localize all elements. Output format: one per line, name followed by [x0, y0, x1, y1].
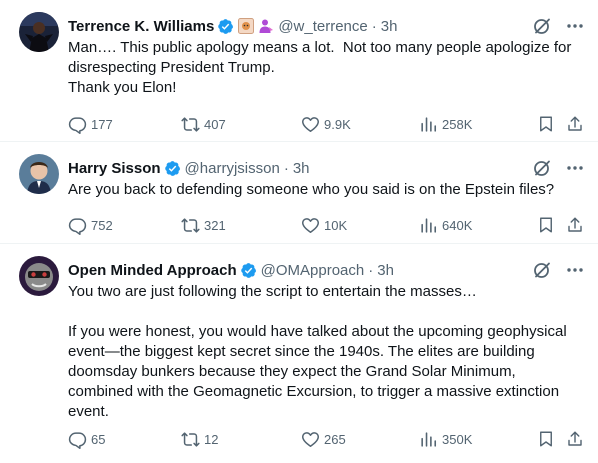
verified-badge-icon [240, 262, 256, 278]
verified-badge-icon [164, 160, 180, 176]
like-button[interactable]: 265 [301, 429, 346, 449]
reply-icon [68, 116, 87, 134]
display-name[interactable]: Open Minded Approach [68, 262, 237, 279]
like-button[interactable]: 10K [301, 215, 347, 235]
tweet-header: Harry Sisson @harryjsisson · 3h [68, 158, 584, 178]
handle[interactable]: @w_terrence [278, 18, 367, 35]
repost-icon [181, 431, 200, 447]
verified-badge-icon [218, 18, 234, 34]
repost-count: 407 [204, 116, 226, 132]
repost-button[interactable]: 321 [181, 215, 226, 235]
avatar[interactable] [19, 154, 59, 194]
tweet[interactable]: Open Minded Approach @OMApproach · 3h Yo… [0, 244, 598, 463]
reply-count: 177 [91, 116, 113, 132]
views-icon [421, 116, 437, 132]
views-count: 350K [442, 431, 473, 447]
views-count: 258K [442, 116, 473, 132]
tweet-text: Man…. This public apology means a lot. N… [68, 39, 572, 96]
person-emoji-icon [258, 18, 274, 34]
separator: · [368, 261, 374, 279]
bookmark-button[interactable] [537, 215, 555, 235]
views-button[interactable]: 258K [419, 114, 472, 134]
like-icon [301, 217, 320, 233]
like-icon [301, 431, 320, 447]
repost-button[interactable]: 407 [181, 114, 226, 134]
reply-icon [68, 217, 87, 235]
reply-feed: Terrence K. Williams @w_terrence · 3h Ma… [0, 0, 598, 463]
handle[interactable]: @OMApproach [261, 262, 365, 279]
tweet[interactable]: Harry Sisson @harryjsisson · 3h Are you … [0, 142, 598, 244]
timestamp[interactable]: 3h [293, 160, 310, 177]
grok-icon[interactable] [532, 260, 552, 280]
more-icon[interactable] [566, 159, 584, 177]
grok-icon[interactable] [532, 158, 552, 178]
share-button[interactable] [566, 114, 584, 134]
share-icon [568, 431, 582, 446]
reply-button[interactable]: 65 [68, 429, 105, 449]
bookmark-button[interactable] [537, 429, 555, 449]
more-icon[interactable] [566, 17, 584, 35]
bookmark-icon [540, 217, 552, 233]
reply-count: 752 [91, 217, 113, 233]
tweet[interactable]: Terrence K. Williams @w_terrence · 3h Ma… [0, 0, 598, 142]
action-bar: 177 407 9.9K 258K [68, 114, 584, 134]
share-icon [568, 217, 582, 232]
repost-button[interactable]: 12 [181, 429, 218, 449]
bookmark-icon [540, 431, 552, 447]
bookmark-icon [540, 116, 552, 132]
grok-icon[interactable] [532, 16, 552, 36]
more-icon[interactable] [566, 261, 584, 279]
emoji-badge-icon [238, 18, 255, 34]
views-button[interactable]: 350K [419, 429, 472, 449]
like-count: 9.9K [324, 116, 351, 132]
reply-button[interactable]: 752 [68, 215, 113, 235]
avatar[interactable] [19, 12, 59, 52]
handle[interactable]: @harryjsisson [185, 160, 280, 177]
repost-icon [181, 217, 200, 233]
reply-icon [68, 431, 87, 449]
like-count: 265 [324, 431, 346, 447]
action-bar: 752 321 10K 640K [68, 215, 584, 235]
like-button[interactable]: 9.9K [301, 114, 351, 134]
views-count: 640K [442, 217, 473, 233]
avatar[interactable] [19, 256, 59, 296]
views-button[interactable]: 640K [419, 215, 472, 235]
share-icon [568, 116, 582, 131]
action-bar: 65 12 265 350K [68, 429, 584, 449]
repost-icon [181, 116, 200, 132]
views-icon [421, 431, 437, 447]
repost-count: 12 [204, 431, 219, 447]
tweet-header: Open Minded Approach @OMApproach · 3h [68, 260, 584, 280]
views-icon [421, 217, 437, 233]
bookmark-button[interactable] [537, 114, 555, 134]
tweet-text: Are you back to defending someone who yo… [68, 181, 555, 198]
share-button[interactable] [566, 215, 584, 235]
separator: · [283, 159, 289, 177]
repost-count: 321 [204, 217, 226, 233]
share-button[interactable] [566, 429, 584, 449]
like-count: 10K [324, 217, 348, 233]
display-name[interactable]: Harry Sisson [68, 160, 161, 177]
tweet-header: Terrence K. Williams @w_terrence · 3h [68, 16, 584, 36]
like-icon [301, 116, 320, 132]
separator: · [371, 17, 377, 35]
reply-button[interactable]: 177 [68, 114, 113, 134]
display-name[interactable]: Terrence K. Williams [68, 18, 214, 35]
tweet-text: You two are just following the script to… [68, 283, 567, 420]
reply-count: 65 [91, 431, 106, 447]
timestamp[interactable]: 3h [377, 262, 394, 279]
timestamp[interactable]: 3h [381, 18, 398, 35]
